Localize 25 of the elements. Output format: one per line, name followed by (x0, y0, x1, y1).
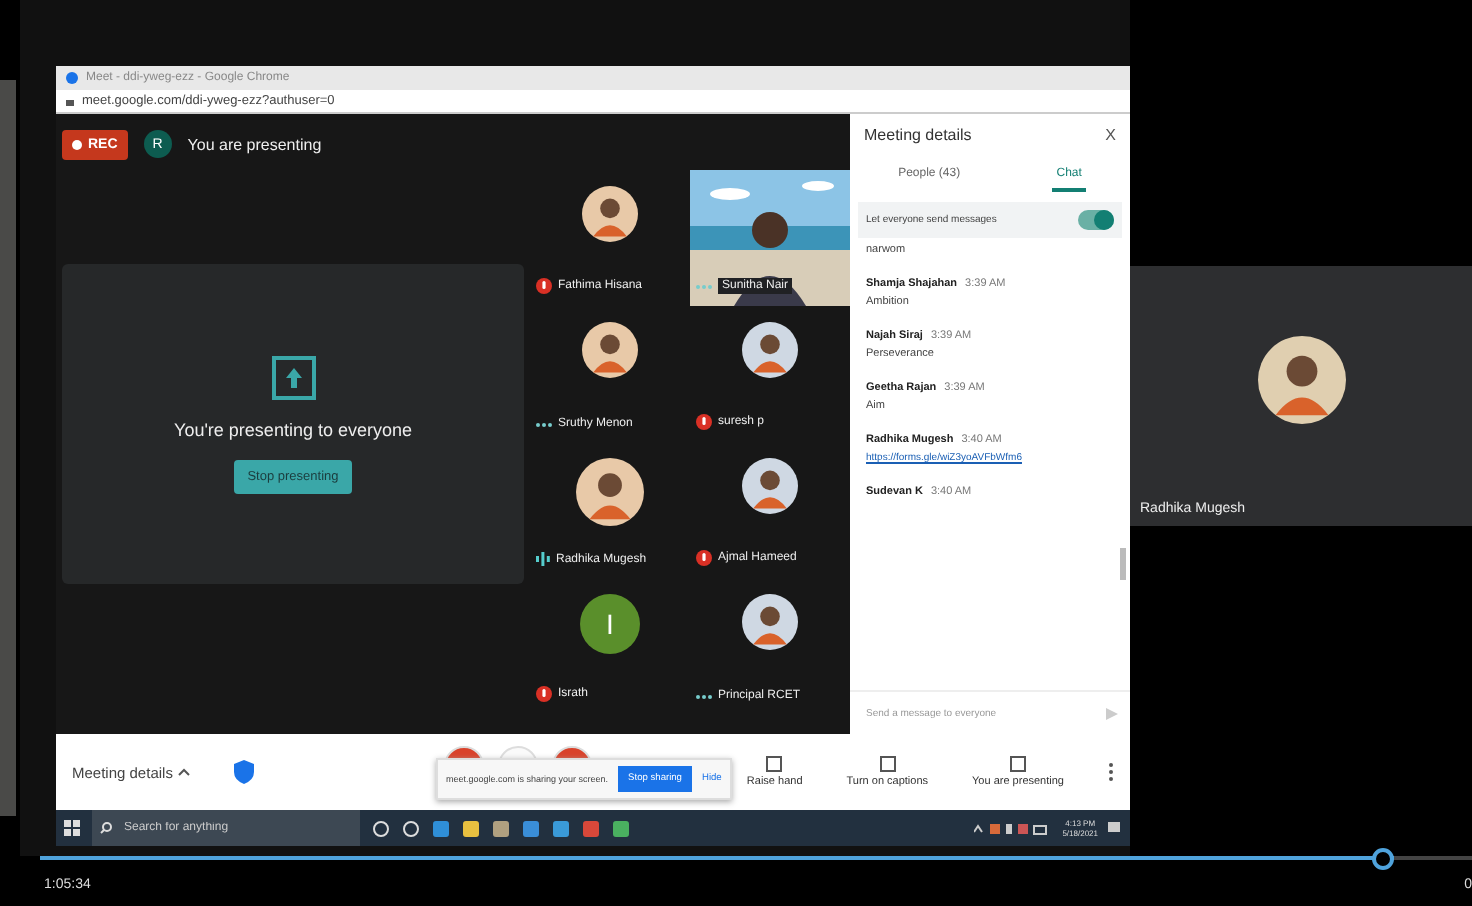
panel-title: Meeting details (864, 126, 972, 144)
avatar-photo (582, 322, 638, 378)
lock-icon (66, 96, 74, 106)
presenting-message: You're presenting to everyone (174, 419, 412, 439)
avatar-photo (742, 594, 798, 650)
avatar-photo (742, 322, 798, 378)
avatar-photo (742, 458, 798, 514)
presenting-status: You are presenting (187, 135, 322, 153)
browser-icon (66, 72, 78, 84)
participant-avatar: I (580, 594, 640, 654)
search-icon (100, 822, 112, 834)
close-button[interactable]: X (1105, 126, 1116, 144)
more-icon[interactable] (1108, 762, 1114, 782)
toggle-switch[interactable] (1078, 210, 1114, 230)
square-icon (879, 756, 896, 772)
avatar-photo (576, 458, 644, 526)
square-icon (766, 756, 783, 772)
caret-icon (178, 768, 191, 776)
windows-icon[interactable] (64, 820, 80, 836)
shield-icon[interactable] (234, 760, 255, 784)
avatar-photo (582, 186, 638, 242)
notification-icon[interactable] (1106, 820, 1122, 836)
square-icon (1010, 756, 1026, 772)
present-icon (271, 355, 315, 399)
avatar-photo (1257, 336, 1345, 424)
